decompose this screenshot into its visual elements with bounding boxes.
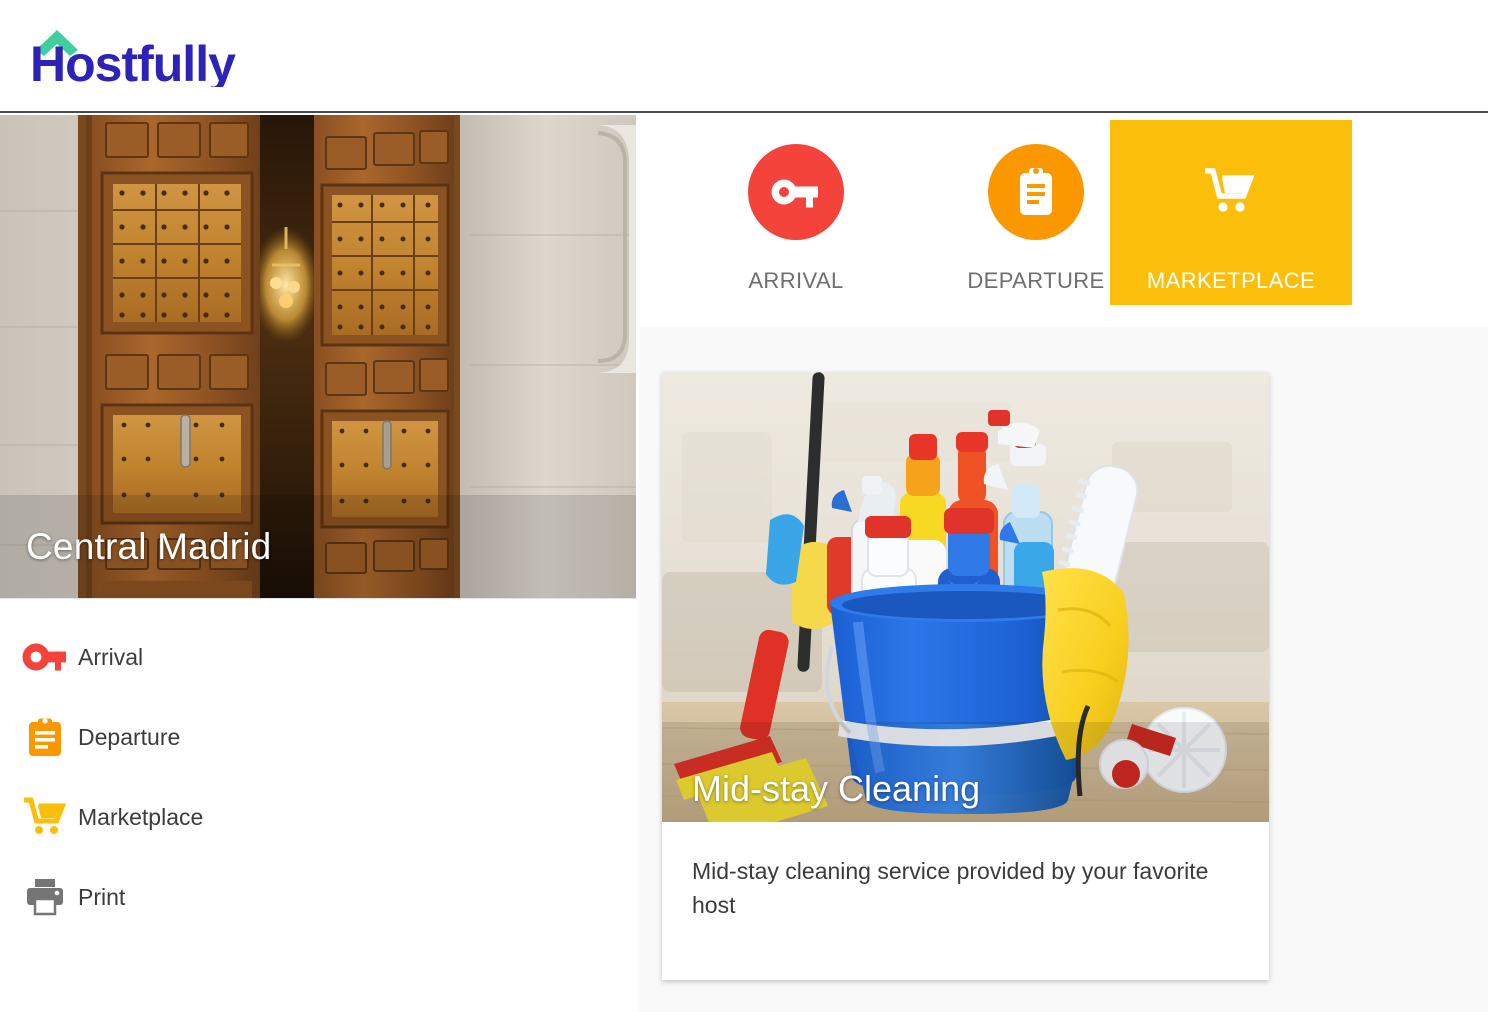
clipboard-icon <box>988 144 1084 240</box>
property-hero: Central Madrid <box>0 115 636 598</box>
key-icon <box>748 144 844 240</box>
marketplace-content-panel: ARRIVAL DEPARTURE MARKETPLACE Mid-stay C… <box>640 115 1488 1012</box>
svg-text:Hostfully: Hostfully <box>30 36 236 87</box>
shopping-cart-icon <box>1183 144 1279 240</box>
tab-label: MARKETPLACE <box>1146 268 1316 293</box>
card-image-cleaning-supplies <box>662 372 1269 822</box>
tab-marketplace[interactable]: MARKETPLACE <box>1110 120 1352 305</box>
app-header: Hostfully Hostfully <box>0 0 1488 113</box>
tab-arrival[interactable]: ARRIVAL <box>675 120 917 302</box>
card-title: Mid-stay Cleaning <box>692 768 981 809</box>
sidebar-item-label: Departure <box>78 723 181 750</box>
hostfully-logo[interactable]: Hostfully Hostfully <box>26 25 284 87</box>
marketplace-page: Hostfully Hostfully <box>0 0 1488 1012</box>
sidebar-item-label: Print <box>78 883 126 910</box>
shopping-cart-icon <box>22 797 78 837</box>
property-title: Central Madrid <box>26 526 272 567</box>
printer-icon <box>22 877 78 917</box>
sidebar-item-print[interactable]: Print <box>0 857 636 937</box>
card-description: Mid-stay cleaning service provided by yo… <box>692 858 1209 919</box>
card-body: Mid-stay cleaning service provided by yo… <box>662 822 1269 980</box>
sidebar-item-label: Arrival <box>78 643 144 670</box>
card-media: Mid-stay Cleaning <box>662 372 1269 822</box>
marketplace-service-card[interactable]: Mid-stay Cleaning Mid-stay cleaning serv… <box>662 372 1269 981</box>
sidebar-item-departure[interactable]: Departure <box>0 697 636 777</box>
tab-label: ARRIVAL <box>748 268 844 293</box>
section-tabbar: ARRIVAL DEPARTURE MARKETPLACE <box>640 115 1488 327</box>
sidebar-item-marketplace[interactable]: Marketplace <box>0 777 636 857</box>
left-sidebar-panel: Central Madrid Arrival Departure Marketp… <box>0 115 636 1012</box>
sidebar-item-label: Marketplace <box>78 803 204 830</box>
hostfully-logo-mark: Hostfully <box>30 29 237 87</box>
tab-label: DEPARTURE <box>967 268 1105 293</box>
clipboard-icon <box>22 717 78 757</box>
sidebar-item-arrival[interactable]: Arrival <box>0 617 636 697</box>
sidebar-menu: Arrival Departure Marketplace Print <box>0 599 636 937</box>
key-icon <box>22 642 78 672</box>
